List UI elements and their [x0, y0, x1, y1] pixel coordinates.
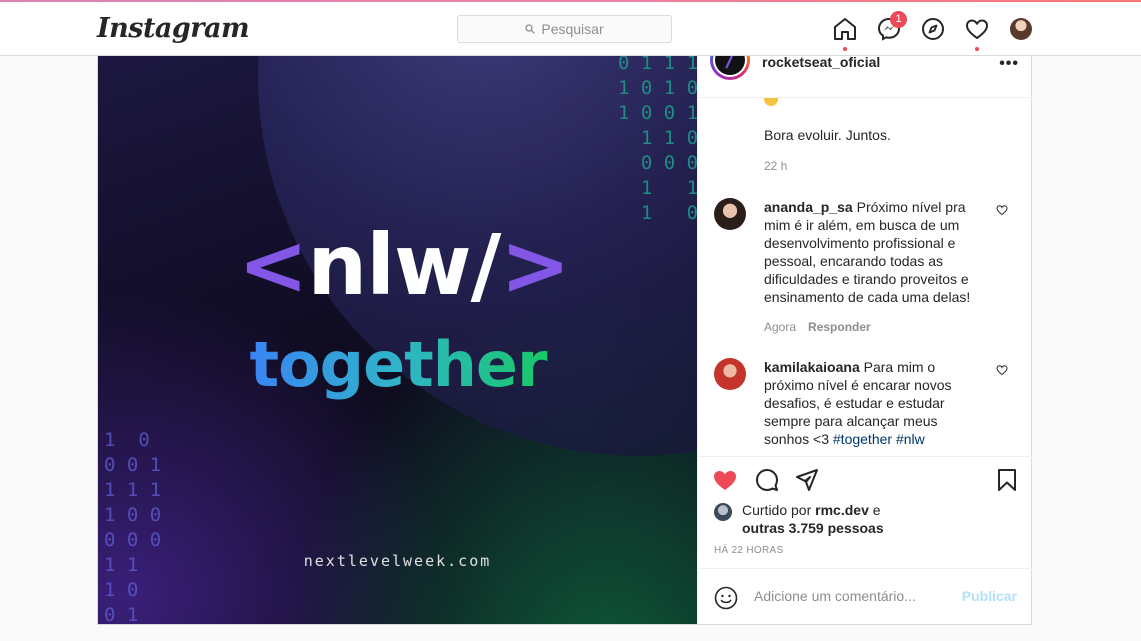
add-comment-input[interactable]: Adicione um comentário... — [754, 588, 916, 604]
nav-icons: 1 — [832, 11, 1042, 51]
post-sidebar: rocketseat_oficial ••• Bora evoluir. Jun… — [697, 56, 1033, 624]
comment-text: kamilakaioana Para mim o próximo nível é… — [764, 358, 984, 448]
hashtag-together[interactable]: #together — [833, 431, 892, 447]
share-icon[interactable] — [794, 467, 820, 493]
commenter-avatar[interactable] — [714, 198, 746, 230]
more-options-icon[interactable]: ••• — [999, 56, 1019, 73]
emoji-icon — [764, 98, 778, 106]
search-placeholder: Pesquisar — [541, 21, 604, 37]
publish-button[interactable]: Publicar — [962, 588, 1017, 604]
comment-text: ananda_p_sa Próximo nível pra mim é ir a… — [764, 198, 984, 306]
post-image[interactable]: 0 1 1 1 1 0 1 0 1 0 0 1 1 1 0 0 0 0 1 1 … — [98, 56, 697, 624]
instagram-logo[interactable]: Instagram — [97, 13, 250, 44]
liked-by-avatar[interactable] — [714, 503, 732, 521]
comment-like-heart-icon[interactable] — [996, 364, 1008, 376]
comment-username[interactable]: kamilakaioana — [764, 359, 860, 375]
home-icon[interactable] — [832, 16, 858, 51]
binary-digits-right: 0 1 1 1 1 0 1 0 1 0 0 1 1 1 0 0 0 0 1 1 … — [618, 56, 697, 224]
comment-like-heart-icon[interactable] — [996, 204, 1008, 216]
home-active-dot — [843, 47, 847, 51]
post-actions: Curtido por rmc.dev e outras 3.759 pessoa… — [698, 456, 1033, 568]
commenter-avatar[interactable] — [714, 358, 746, 390]
post-timestamp[interactable]: HÁ 22 HORAS — [714, 545, 783, 556]
explore-compass-icon[interactable] — [920, 16, 946, 42]
nlw-bracket-close: > — [500, 216, 570, 314]
search-input[interactable]: Pesquisar — [457, 15, 672, 43]
reply-button[interactable]: Responder — [808, 320, 871, 334]
together-wordmark: together — [243, 328, 553, 401]
profile-avatar[interactable] — [1010, 18, 1032, 40]
post-author[interactable]: rocketseat_oficial — [762, 56, 880, 70]
emoji-picker-icon[interactable] — [714, 586, 738, 610]
like-heart-icon[interactable] — [712, 467, 738, 493]
direct-messenger-icon[interactable]: 1 — [876, 11, 907, 42]
post-header: rocketseat_oficial ••• — [698, 56, 1033, 98]
comments-list[interactable]: Bora evoluir. Juntos. 22 h ananda_p_sa P… — [698, 98, 1033, 456]
caption-time[interactable]: 22 h — [764, 157, 787, 175]
save-bookmark-icon[interactable] — [994, 467, 1020, 493]
post-modal: 0 1 1 1 1 0 1 0 1 0 0 1 1 1 0 0 0 0 1 1 … — [97, 56, 1033, 625]
top-navbar: Instagram Pesquisar 1 — [0, 2, 1141, 56]
nlw-word: nlw/ — [307, 216, 501, 314]
author-story-ring[interactable] — [710, 56, 750, 80]
binary-digits-left: 1 0 0 0 1 1 1 1 1 0 0 0 0 0 1 1 1 0 0 1 — [104, 429, 162, 624]
hashtag-nlw[interactable]: #nlw — [896, 431, 925, 447]
liked-by-prefix: Curtido por — [742, 502, 816, 518]
nlw-bracket-open: < — [238, 216, 308, 314]
activity-dot — [975, 47, 979, 51]
liked-by-others[interactable]: outras 3.759 pessoas — [742, 520, 884, 536]
author-avatar — [715, 56, 745, 75]
liked-by-user[interactable]: rmc.dev — [815, 502, 869, 518]
nlw-logo: <nlw/> — [238, 216, 571, 314]
comment-time[interactable]: Agora — [764, 320, 796, 334]
comment-username[interactable]: ananda_p_sa — [764, 199, 853, 215]
comment-meta: Agora Responder — [764, 318, 871, 336]
caption-text: Bora evoluir. Juntos. — [764, 127, 891, 143]
search-icon — [525, 24, 536, 34]
image-website: nextlevelweek.com — [303, 552, 492, 570]
activity-heart-icon[interactable] — [964, 16, 990, 51]
add-comment-bar: Adicione um comentário... Publicar — [698, 568, 1033, 624]
comment-icon[interactable] — [754, 467, 780, 493]
direct-badge: 1 — [890, 11, 907, 28]
